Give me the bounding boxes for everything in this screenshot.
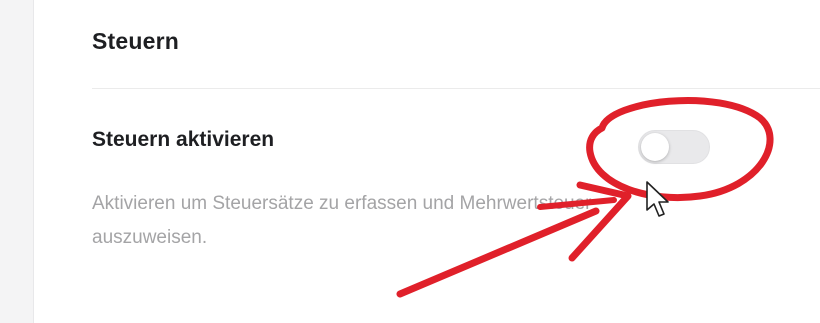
setting-description: Aktivieren um Steuersätze zu erfassen un… (92, 193, 592, 248)
mouse-pointer-icon (646, 181, 669, 217)
enable-taxes-toggle[interactable] (638, 130, 710, 164)
settings-page: Steuern Steuern aktivieren Aktivieren um… (0, 0, 820, 323)
left-sidebar-edge (0, 0, 34, 323)
setting-label: Steuern aktivieren (92, 128, 275, 151)
section-divider (92, 88, 820, 89)
toggle-knob (641, 133, 669, 161)
section-title: Steuern (92, 28, 180, 54)
